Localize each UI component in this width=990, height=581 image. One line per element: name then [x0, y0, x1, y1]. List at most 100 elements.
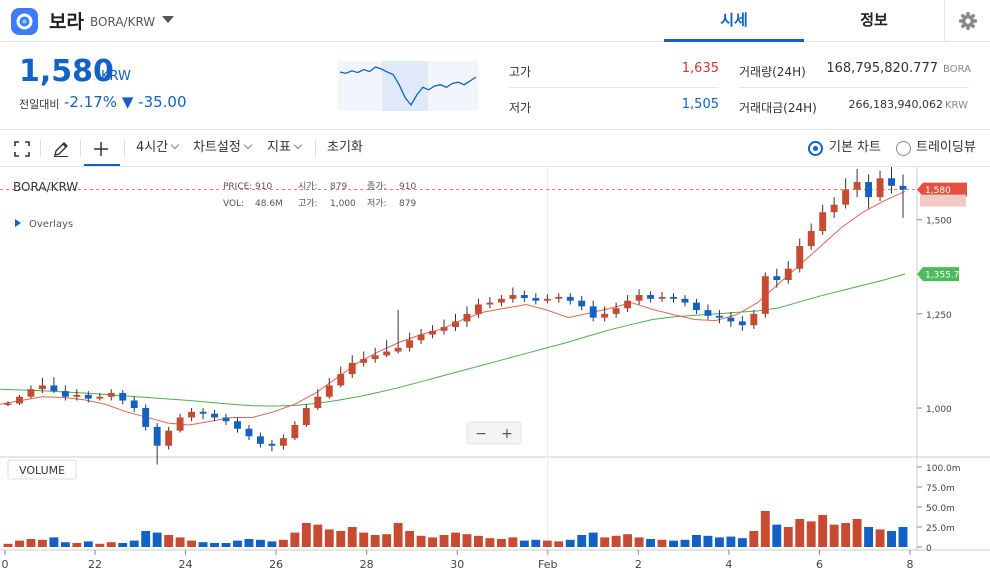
- reset-button[interactable]: 초기화: [327, 130, 363, 167]
- volume-bar: [588, 532, 598, 547]
- zoom-in-button[interactable]: +: [501, 426, 513, 442]
- market-header: 보라 BORA/KRW 시세 정보: [0, 0, 990, 42]
- chart-settings-menu[interactable]: 차트설정: [193, 130, 253, 167]
- volume-bar: [692, 535, 701, 547]
- triangle-right-icon[interactable]: [15, 219, 21, 227]
- volume-bar: [60, 542, 70, 547]
- settings-button[interactable]: [944, 0, 990, 42]
- volume-bar: [898, 527, 908, 547]
- pencil-icon[interactable]: [52, 140, 70, 158]
- candle-body: [360, 359, 368, 363]
- volume-bar: [428, 537, 437, 547]
- zoom-out-button[interactable]: −: [475, 426, 487, 442]
- sparkline-highlight: [382, 61, 428, 111]
- volume-bar: [623, 534, 633, 547]
- candlestick-chart[interactable]: 0 22 24 26 28 30 Feb 2 4 6 81,5001,2501,000100.0m7…: [0, 167, 990, 581]
- candle-body: [234, 421, 241, 429]
- basic-chart-label[interactable]: 기본 차트: [829, 130, 881, 167]
- vol-tick-label: 75.0m: [926, 484, 955, 494]
- low-label: 저가: [509, 101, 532, 115]
- candle-body: [543, 298, 551, 301]
- candle-body: [807, 231, 815, 247]
- vol-tick-label: 25.0m: [926, 524, 955, 534]
- coin-name: 보라: [49, 11, 84, 33]
- indicators-menu[interactable]: 지표: [267, 130, 303, 167]
- volume-bar: [187, 540, 197, 547]
- candle-body: [268, 443, 276, 446]
- volume-pane-label: VOLUME: [19, 464, 65, 477]
- chevron-down-icon[interactable]: [162, 16, 174, 23]
- volume-bar: [72, 543, 82, 547]
- volume-bar: [278, 539, 288, 547]
- high-label: 고가: [509, 65, 532, 79]
- volume-bar: [531, 539, 541, 547]
- volume-bar: [841, 523, 851, 547]
- volume-bar: [554, 541, 564, 547]
- volume-label: 거래량(24H): [739, 65, 806, 79]
- volume-bar: [875, 529, 885, 547]
- volume-bar: [669, 540, 678, 547]
- x-tick-label: 30: [450, 558, 464, 571]
- candle-body: [452, 321, 459, 328]
- candle-body: [406, 340, 414, 348]
- candle-body: [142, 408, 150, 427]
- candle-body: [119, 392, 127, 401]
- candle-body: [819, 212, 827, 232]
- radio-tradingview[interactable]: [896, 141, 911, 156]
- legend-high-label: 고가:: [298, 198, 318, 209]
- volume-bar: [829, 524, 839, 547]
- volume-bar: [611, 535, 621, 547]
- tradingview-label[interactable]: 트레이딩뷰: [916, 130, 976, 167]
- candle-body: [612, 308, 620, 314]
- candle-body: [96, 396, 104, 399]
- interval-select[interactable]: 4시간: [136, 130, 180, 167]
- moving-average-short: [0, 191, 906, 426]
- volume-bar: [26, 539, 36, 547]
- volume-bar: [37, 539, 47, 547]
- candle-body: [888, 178, 895, 186]
- candle-body: [463, 313, 471, 322]
- volume-bar: [301, 523, 311, 547]
- current-price: 1,580: [19, 54, 114, 89]
- volume-value: 168,795,820.777: [826, 61, 938, 76]
- volume-bar: [657, 539, 667, 547]
- y-tick-label: 1,000: [926, 405, 952, 415]
- volume-bar: [416, 535, 426, 547]
- plus-icon[interactable]: [92, 140, 110, 158]
- volume-bar: [221, 543, 231, 547]
- candle-body: [84, 394, 92, 399]
- volume-bar: [359, 532, 369, 547]
- candle-body: [348, 362, 356, 375]
- x-tick-label: 28: [360, 558, 374, 571]
- volume-bar: [164, 535, 174, 547]
- fullscreen-icon[interactable]: [14, 141, 30, 157]
- candle-body: [4, 403, 12, 406]
- overlays-toggle[interactable]: Overlays: [29, 219, 73, 230]
- volume-bar: [852, 519, 862, 547]
- candle-body: [647, 295, 655, 299]
- volume-bar: [474, 535, 483, 547]
- ma-long-label: 1,355.7: [925, 271, 959, 281]
- tab-price[interactable]: 시세: [664, 0, 804, 42]
- volume-bar: [405, 531, 415, 547]
- volume-bar: [565, 539, 575, 547]
- candle-body: [693, 302, 700, 311]
- volume-bar: [141, 531, 151, 547]
- amount-label: 거래대금(24H): [739, 101, 817, 115]
- candle-body: [371, 355, 379, 360]
- legend-high: 1,000: [330, 199, 356, 209]
- x-tick-label: 24: [179, 558, 193, 571]
- volume-bar: [95, 543, 105, 547]
- volume-bar: [726, 536, 736, 547]
- candle-body: [750, 313, 758, 326]
- radio-basic-chart[interactable]: [808, 141, 823, 156]
- legend-low: 879: [399, 199, 416, 209]
- x-tick-label: 0: [2, 558, 9, 571]
- candle-body: [394, 347, 402, 352]
- price-currency: KRW: [101, 69, 131, 84]
- candle-body: [761, 276, 769, 314]
- candle-body: [635, 295, 643, 301]
- tab-info[interactable]: 정보: [804, 0, 944, 42]
- volume-bar: [382, 534, 392, 547]
- legend-price: 910: [255, 182, 272, 192]
